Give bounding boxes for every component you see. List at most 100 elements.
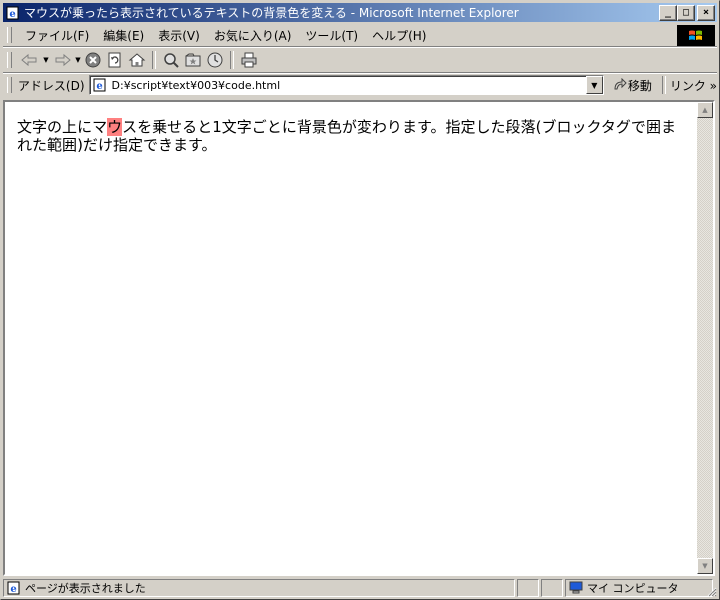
paragraph-char[interactable]: す	[417, 118, 431, 136]
address-grip[interactable]	[7, 77, 12, 93]
toolbar-separator	[152, 51, 156, 69]
menu-tools[interactable]: ツール(T)	[298, 25, 365, 46]
paragraph-char[interactable]: ま	[661, 118, 676, 136]
paragraph-char[interactable]: ク	[586, 118, 600, 136]
svg-text:e: e	[9, 9, 15, 20]
address-dropdown-icon[interactable]: ▼	[585, 76, 603, 94]
paragraph-char[interactable]: 。	[430, 118, 445, 136]
close-button[interactable]: ×	[697, 4, 715, 21]
paragraph-char[interactable]: を	[137, 118, 152, 136]
forward-dropdown-icon[interactable]: ▼	[74, 50, 82, 70]
page-content[interactable]: 文字の上にマウスを乗せると1文字ごとに背景色が変わります。指定した段落(ブロック…	[5, 102, 697, 574]
paragraph-char[interactable]: 1	[212, 118, 222, 136]
menu-favorites[interactable]: お気に入り(A)	[207, 25, 299, 46]
status-cell	[517, 578, 539, 597]
paragraph-char[interactable]: で	[143, 136, 158, 154]
paragraph-char[interactable]: グ	[616, 118, 631, 136]
paragraph-char[interactable]: 上	[62, 118, 77, 136]
links-button[interactable]: リンク »	[670, 77, 717, 94]
paragraph-char[interactable]: け	[98, 136, 113, 154]
paragraph-char[interactable]: ウ	[107, 118, 123, 136]
paragraph-char[interactable]: 段	[506, 118, 521, 136]
paragraph-char[interactable]: ま	[173, 136, 188, 154]
history-icon[interactable]	[206, 50, 224, 70]
paragraph-char[interactable]: が	[342, 118, 357, 136]
paragraph-char[interactable]: 字	[237, 118, 252, 136]
address-bar: アドレス(D) e D:¥script¥text¥003¥code.html ▼…	[3, 74, 717, 96]
menu-grip[interactable]	[7, 27, 12, 43]
paragraph-char[interactable]: 落	[521, 118, 536, 136]
paragraph-char[interactable]: 囲	[62, 136, 77, 154]
address-input[interactable]: e D:¥script¥text¥003¥code.html ▼	[88, 75, 604, 95]
paragraph-char[interactable]: 囲	[646, 118, 661, 136]
paragraph-char[interactable]: わ	[372, 118, 387, 136]
scroll-up-icon[interactable]: ▲	[697, 102, 713, 118]
paragraph-char[interactable]: 文	[222, 118, 237, 136]
paragraph-char[interactable]: れ	[17, 136, 32, 154]
paragraph-char[interactable]: 定	[461, 118, 476, 136]
title-bar[interactable]: e マウスが乗ったら表示されているテキストの背景色を変える - Microsof…	[3, 3, 717, 22]
paragraph-char[interactable]: 背	[297, 118, 312, 136]
paragraph-char[interactable]: マ	[92, 118, 107, 136]
paragraph-char[interactable]: と	[267, 118, 282, 136]
paragraph-char[interactable]: と	[197, 118, 212, 136]
menu-help[interactable]: ヘルプ(H)	[365, 25, 433, 46]
links-separator	[661, 76, 666, 94]
paragraph-char[interactable]: に	[282, 118, 297, 136]
paragraph-char[interactable]: た	[491, 118, 506, 136]
favorites-icon[interactable]	[184, 50, 202, 70]
paragraph-char[interactable]: 乗	[152, 118, 167, 136]
paragraph-char[interactable]: の	[47, 118, 62, 136]
forward-icon[interactable]	[52, 50, 72, 70]
stop-icon[interactable]	[84, 50, 102, 70]
paragraph-char[interactable]: 色	[327, 118, 342, 136]
go-button[interactable]: 移動	[612, 77, 652, 94]
paragraph-char[interactable]: た	[32, 136, 47, 154]
paragraph-char[interactable]: ロ	[556, 118, 571, 136]
back-icon[interactable]	[20, 50, 40, 70]
menu-edit[interactable]: 編集(E)	[96, 25, 151, 46]
minimize-button[interactable]: _	[659, 4, 677, 21]
search-icon[interactable]	[162, 50, 180, 70]
toolbar-separator	[230, 51, 234, 69]
back-dropdown-icon[interactable]: ▼	[42, 50, 50, 70]
paragraph-char[interactable]: ご	[252, 118, 267, 136]
paragraph-char[interactable]: 範	[47, 136, 62, 154]
refresh-icon[interactable]	[106, 50, 124, 70]
paragraph-char[interactable]: だ	[83, 136, 98, 154]
toolbar-grip[interactable]	[7, 52, 12, 68]
paragraph-char[interactable]: 字	[32, 118, 47, 136]
paragraph-char[interactable]: る	[182, 118, 197, 136]
maximize-button[interactable]: □	[677, 4, 695, 21]
paragraph-char[interactable]: ス	[122, 118, 137, 136]
paragraph-char[interactable]: き	[158, 136, 173, 154]
status-cell	[541, 578, 563, 597]
resize-grip-icon[interactable]	[705, 585, 717, 597]
paragraph-char[interactable]: り	[387, 118, 402, 136]
paragraph-char[interactable]: に	[77, 118, 92, 136]
paragraph-char[interactable]: す	[188, 136, 202, 154]
print-icon[interactable]	[240, 50, 258, 70]
home-icon[interactable]	[128, 50, 146, 70]
paragraph-char[interactable]: ッ	[571, 118, 586, 136]
security-zone: マイ コンピュータ	[565, 578, 713, 597]
menu-view[interactable]: 表示(V)	[151, 25, 207, 46]
paragraph-char[interactable]: せ	[167, 118, 182, 136]
paragraph-char[interactable]: ブ	[541, 118, 556, 136]
scroll-down-icon[interactable]: ▼	[697, 558, 713, 574]
paragraph-char[interactable]: 変	[357, 118, 372, 136]
paragraph-char[interactable]: 景	[312, 118, 327, 136]
paragraph-char[interactable]: し	[476, 118, 491, 136]
paragraph-char[interactable]: で	[631, 118, 646, 136]
vertical-scrollbar[interactable]: ▲ ▼	[697, 102, 713, 574]
paragraph-char[interactable]: 。	[202, 136, 217, 154]
paragraph-char[interactable]: タ	[601, 118, 616, 136]
menu-file[interactable]: ファイル(F)	[18, 25, 96, 46]
hover-paragraph[interactable]: 文字の上にマウスを乗せると1文字ごとに背景色が変わります。指定した段落(ブロック…	[17, 118, 687, 154]
paragraph-char[interactable]: 定	[128, 136, 143, 154]
paragraph-char[interactable]: 文	[17, 118, 32, 136]
paragraph-char[interactable]: 指	[113, 136, 128, 154]
paragraph-char[interactable]: 指	[445, 118, 460, 136]
window-title: マウスが乗ったら表示されているテキストの背景色を変える - Microsoft …	[24, 6, 519, 20]
paragraph-char[interactable]: ま	[402, 118, 417, 136]
